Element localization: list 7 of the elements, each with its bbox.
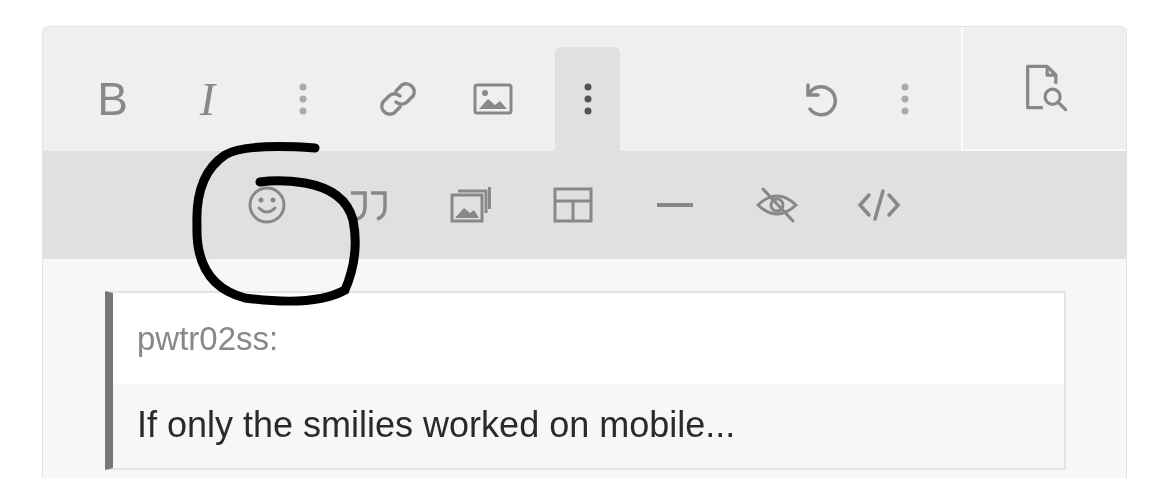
quote-text: If only the smilies worked on mobile... [136,403,737,447]
vertical-dots-icon [900,83,909,115]
vertical-dots-icon [298,83,307,115]
italic-button[interactable]: I [175,47,240,151]
vertical-dots-icon [583,83,592,115]
quote-author: pwtr02ss: [113,293,1064,384]
bold-button[interactable]: B [80,47,145,151]
